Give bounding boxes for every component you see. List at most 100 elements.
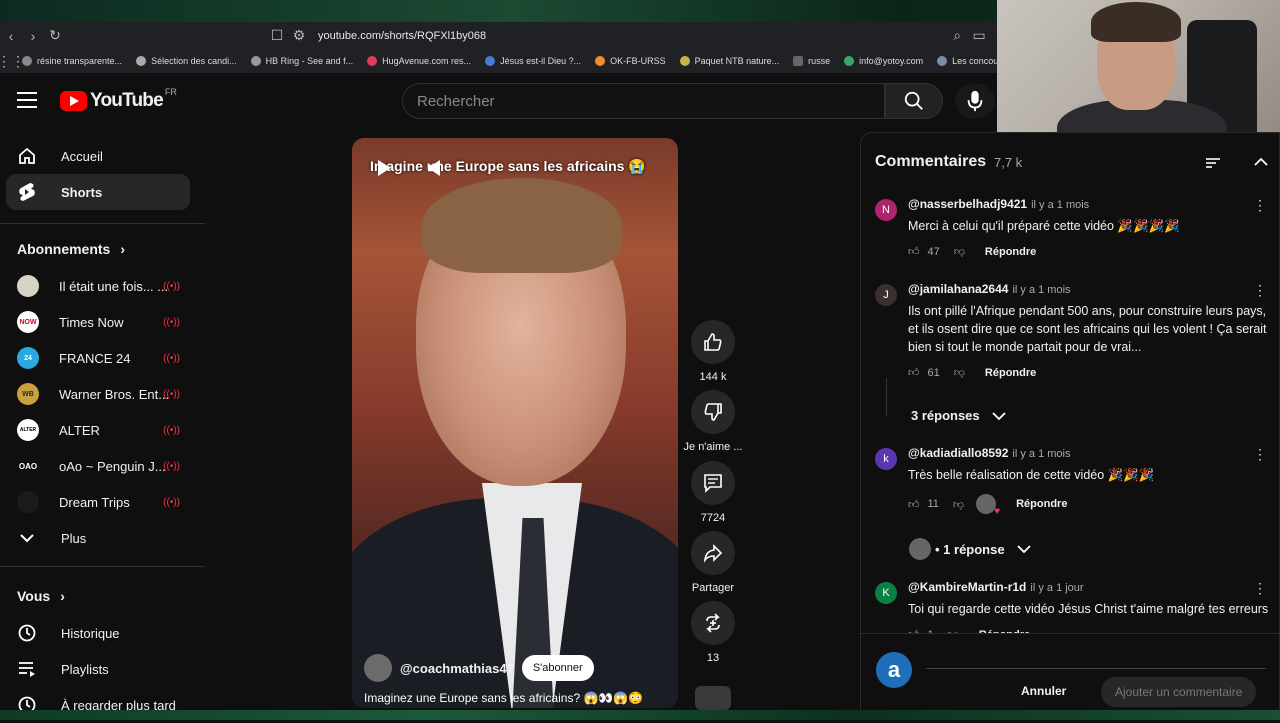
comments-action: 7724 [689, 461, 737, 524]
you-heading[interactable]: Vous › [17, 588, 65, 604]
bookmark-favicon-icon [250, 56, 261, 66]
bookmark-item[interactable]: HB Ring - See and f... [250, 56, 353, 66]
bookmark-item[interactable]: HugAvenue.com res... [367, 56, 471, 66]
channel-name[interactable]: @coachmathias47 [400, 661, 514, 676]
heart-icon: ♥ [994, 506, 1001, 517]
bookmark-item[interactable]: info@yotoy.com [844, 56, 923, 66]
share-action: Partager [689, 531, 737, 594]
sidebar-item-shorts[interactable]: Shorts [6, 174, 190, 210]
bookmarks-bar: ⋮⋮ résine transparente... Sélection des … [0, 49, 1000, 73]
replies-toggle[interactable]: 3 réponses [911, 408, 1006, 423]
commenter-avatar[interactable]: N [875, 199, 897, 221]
bookmark-favicon-icon [595, 56, 606, 66]
thumbs-up-icon[interactable]: 👍︎ [908, 498, 920, 511]
play-icon[interactable] [378, 160, 391, 176]
reload-icon[interactable]: ↻ [44, 22, 66, 49]
subscription-item[interactable]: Il était une fois... ... ((•)) [6, 268, 190, 304]
search-box[interactable] [402, 83, 885, 119]
comment-text: Très belle réalisation de cette vidéo 🎉🎉… [908, 468, 1155, 482]
bookmark-icon[interactable]: ☐ [266, 22, 288, 49]
comment-author[interactable]: @KambireMartin-r1d il y a 1 jour [908, 580, 1084, 594]
chevron-right-icon: › [60, 588, 65, 604]
search-button[interactable] [885, 83, 943, 119]
zoom-icon[interactable]: ⌕ [946, 22, 968, 49]
comment-author[interactable]: @jamilahana2644 il y a 1 mois [908, 282, 1071, 296]
video-caption[interactable]: Imaginez une Europe sans les africains? … [364, 691, 643, 705]
commenter-avatar[interactable]: K [875, 582, 897, 604]
bookmark-favicon-icon [679, 56, 690, 66]
comments-button[interactable] [691, 461, 735, 505]
search-input[interactable] [417, 92, 884, 110]
voice-search-button[interactable] [955, 83, 995, 119]
comment-author[interactable]: @nasserbelhadj9421 il y a 1 mois [908, 197, 1089, 211]
thread-line [886, 378, 887, 416]
more-options-icon[interactable]: ⋮ [1253, 197, 1267, 214]
thumbs-down-icon[interactable]: 👎︎ [954, 245, 965, 258]
bookmark-item[interactable]: Paquet NTB nature... [679, 56, 779, 66]
sound-thumbnail[interactable] [695, 686, 731, 710]
comment-actions: 👍︎ 47 👎︎ Répondre [908, 245, 1036, 259]
sidebar-item-history[interactable]: Historique [6, 615, 190, 651]
back-icon[interactable]: ‹ [0, 22, 22, 49]
comment-input[interactable] [926, 668, 1266, 669]
subscription-item[interactable]: WB Warner Bros. Ent... ((•)) [6, 376, 190, 412]
reply-button[interactable]: Répondre [985, 367, 1036, 379]
subscription-item[interactable]: ALTER ALTER ((•)) [6, 412, 190, 448]
bookmark-favicon-icon [937, 56, 948, 66]
cancel-button[interactable]: Annuler [1021, 684, 1066, 698]
bookmark-item[interactable]: Jésus est-il Dieu ?... [485, 56, 581, 66]
sort-icon[interactable] [1205, 157, 1221, 169]
apps-icon[interactable]: ⋮⋮ [0, 49, 25, 73]
subscription-item[interactable]: NOW Times Now ((•)) [6, 304, 190, 340]
subscribe-button[interactable]: S'abonner [521, 655, 594, 681]
commenter-avatar[interactable]: k [875, 448, 897, 470]
remix-icon [706, 613, 720, 633]
sidebar-item-playlists[interactable]: Playlists [6, 651, 190, 687]
subscription-item[interactable]: Dream Trips ((•)) [6, 484, 190, 520]
thumbs-down-icon[interactable]: 👎︎ [954, 366, 965, 379]
remix-button[interactable] [691, 601, 735, 645]
hamburger-menu-icon[interactable] [17, 92, 37, 108]
add-comment-button[interactable]: Ajouter un commentaire [1101, 677, 1257, 707]
dislike-button[interactable] [691, 390, 735, 434]
site-settings-icon[interactable]: ⚙ [288, 22, 310, 49]
subscription-item[interactable]: OAO oAo ~ Penguin J... ((•)) [6, 448, 190, 484]
bookmark-item[interactable]: Les concours d' [937, 56, 1000, 66]
like-button[interactable] [691, 320, 735, 364]
shorts-icon [17, 182, 37, 202]
url-text[interactable]: youtube.com/shorts/RQFXl1by068 [318, 30, 486, 42]
bookmark-item[interactable]: Sélection des candi... [136, 56, 237, 66]
live-icon: ((•)) [163, 388, 180, 400]
sidebar-item-more[interactable]: Plus [6, 520, 190, 556]
bookmark-item[interactable]: OK-FB-URSS [595, 56, 666, 66]
reply-button[interactable]: Répondre [985, 246, 1036, 258]
thumbs-down-icon[interactable]: 👎︎ [953, 498, 964, 511]
bookmark-item[interactable]: résine transparente... [22, 56, 122, 66]
channel-avatar[interactable] [364, 654, 392, 682]
more-options-icon[interactable]: ⋮ [1253, 282, 1267, 299]
sidebar-item-home[interactable]: Accueil [6, 138, 190, 174]
reply-button[interactable]: Répondre [1016, 498, 1067, 510]
subscription-item[interactable]: 24 FRANCE 24 ((•)) [6, 340, 190, 376]
cast-icon[interactable]: ▭ [968, 22, 990, 49]
video-title-overlay: Imagine une Europe sans les africains 😭 [370, 158, 646, 174]
replies-toggle[interactable]: • 1 réponse [909, 538, 1031, 560]
subscriptions-heading[interactable]: Abonnements › [17, 241, 125, 257]
more-options-icon[interactable]: ⋮ [1253, 580, 1267, 597]
more-options-icon[interactable]: ⋮ [1253, 446, 1267, 463]
chevron-up-icon[interactable] [1254, 157, 1268, 167]
forward-icon[interactable]: › [22, 22, 44, 49]
thumbs-up-icon[interactable]: 👍︎ [908, 366, 920, 379]
commenter-avatar[interactable]: J [875, 284, 897, 306]
youtube-logo[interactable]: YouTube FR [60, 87, 177, 112]
bookmark-item[interactable]: russe [793, 56, 830, 66]
comment-author[interactable]: @kadiadiallo8592 il y a 1 mois [908, 446, 1071, 460]
short-video-player[interactable]: Imagine une Europe sans les africains 😭 … [352, 138, 678, 708]
thumbs-up-icon[interactable]: 👍︎ [908, 245, 920, 258]
comment-text: Toi qui regarde cette vidéo Jésus Christ… [908, 602, 1269, 616]
folder-icon [793, 56, 804, 66]
bookmark-favicon-icon [22, 56, 32, 66]
share-button[interactable] [691, 531, 735, 575]
search-icon [904, 91, 923, 110]
home-icon [17, 146, 37, 166]
